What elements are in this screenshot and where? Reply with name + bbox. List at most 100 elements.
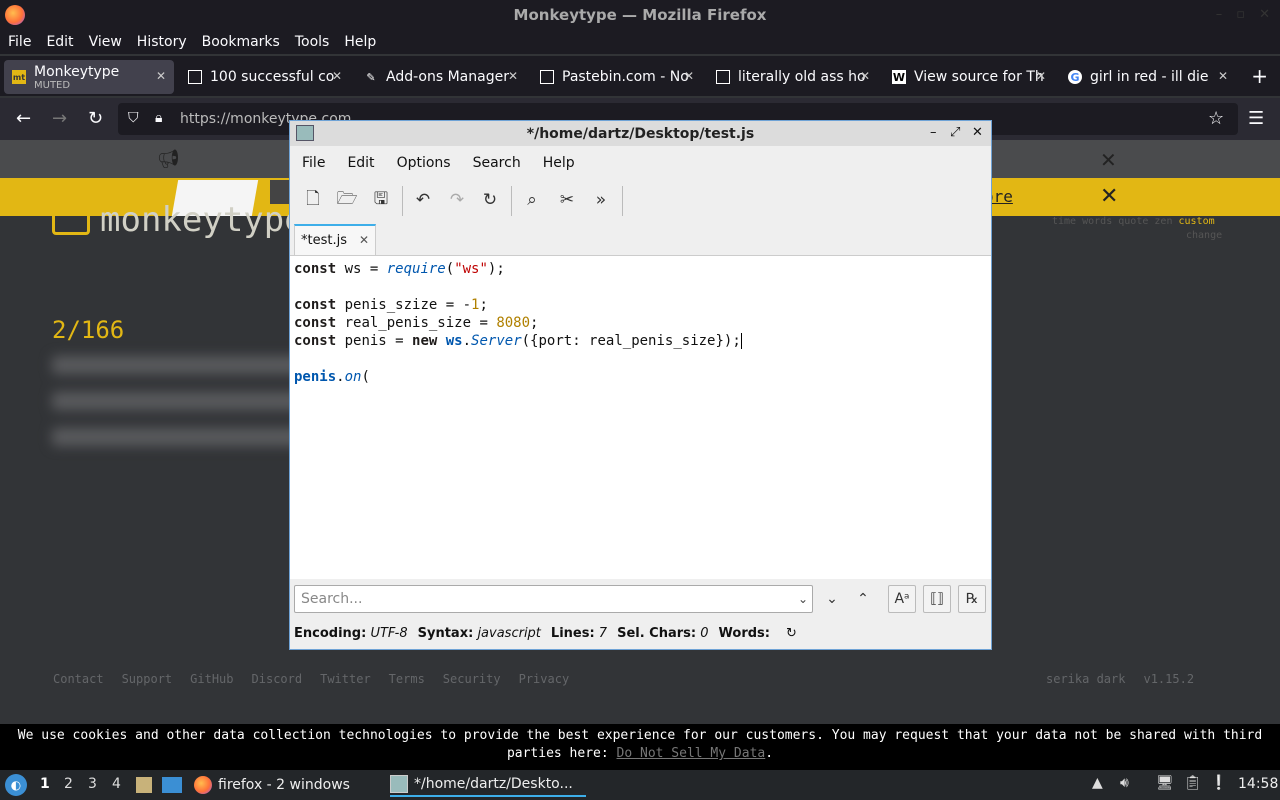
menu-tools[interactable]: Tools	[295, 34, 330, 50]
tab-close-icon[interactable]: ✕	[156, 69, 166, 83]
reload-icon[interactable]: ↻	[88, 108, 103, 129]
grid-favicon-icon	[188, 70, 202, 84]
volume-icon[interactable]: 🔊︎	[1120, 775, 1129, 791]
tab-close-icon[interactable]: ✕	[508, 69, 518, 83]
desktop-icon[interactable]	[162, 777, 182, 793]
file-manager-icon[interactable]	[136, 777, 152, 793]
menu-view[interactable]: View	[89, 34, 122, 50]
editor-menu-file[interactable]: File	[302, 155, 325, 171]
tab-close-icon[interactable]: ✕	[332, 69, 342, 83]
mode-quote[interactable]: quote	[1118, 216, 1148, 227]
refresh-word-count-icon[interactable]: ↻	[786, 626, 797, 641]
forward-icon[interactable]: →	[52, 108, 67, 129]
editor-menu-help[interactable]: Help	[543, 155, 575, 171]
menu-file[interactable]: File	[8, 34, 31, 50]
lock-icon[interactable]: 🔒︎	[155, 110, 162, 126]
workspace-4[interactable]: 4	[112, 776, 121, 792]
mode-custom[interactable]: custom	[1179, 216, 1215, 227]
footer-discord[interactable]: Discord	[252, 672, 303, 686]
find-previous-icon[interactable]: ⌃	[849, 585, 877, 613]
editor-toolbar: 🗋︎ 🗁︎ 🖫︎ ↶ ↷ ↻ ⌕ ✂ »	[290, 180, 991, 220]
new-tab-icon[interactable]: +	[1251, 64, 1268, 88]
clipboard-icon[interactable]: 📋︎	[1184, 775, 1202, 791]
close-announcement-icon[interactable]: ✕	[1100, 148, 1117, 172]
editor-menu-edit[interactable]: Edit	[347, 155, 374, 171]
tab-close-icon[interactable]: ✕	[860, 69, 870, 83]
mode-time[interactable]: time	[1052, 216, 1076, 227]
tray-arrow-icon[interactable]: ▲	[1092, 775, 1103, 791]
close-notice-icon[interactable]: ✕	[1100, 184, 1118, 209]
tab-addons[interactable]: ✎ Add-ons Manager ✕	[356, 60, 526, 94]
match-case-icon[interactable]: Aᵃ	[888, 585, 916, 613]
theme-button[interactable]: serika dark	[1046, 672, 1125, 686]
footer-privacy[interactable]: Privacy	[519, 672, 570, 686]
shield-icon[interactable]: ⛉	[128, 110, 139, 126]
hamburger-menu-icon[interactable]: ☰	[1248, 108, 1264, 129]
tab-close-icon[interactable]: ✕	[1036, 69, 1046, 83]
logo-text: monkeytype	[100, 200, 305, 240]
editor-menu-search[interactable]: Search	[473, 155, 521, 171]
chevron-down-icon[interactable]: ⌄	[798, 592, 808, 606]
tab-google[interactable]: G girl in red - ill die ✕	[1060, 60, 1236, 94]
footer-github[interactable]: GitHub	[190, 672, 233, 686]
open-folder-icon[interactable]: 🗁︎	[335, 188, 359, 212]
new-file-icon[interactable]: 🗋︎	[301, 188, 325, 212]
close-icon[interactable]: ✕	[972, 125, 983, 140]
editor-tab-test-js[interactable]: *test.js ✕	[294, 224, 376, 255]
status-encoding: Encoding: UTF-8	[294, 625, 408, 641]
menu-history[interactable]: History	[137, 34, 187, 50]
bookmark-star-icon[interactable]: ☆	[1208, 108, 1224, 129]
minimize-icon[interactable]: –	[1216, 7, 1223, 22]
menu-help[interactable]: Help	[344, 34, 376, 50]
tab-close-icon[interactable]: ✕	[684, 69, 694, 83]
tab-item[interactable]: 100 successful co ✕	[180, 60, 350, 94]
tab-close-icon[interactable]: ✕	[359, 233, 369, 247]
footer-links: Contact Support GitHub Discord Twitter T…	[53, 672, 569, 686]
taskbar-firefox[interactable]: firefox - 2 windows	[194, 773, 350, 797]
save-icon[interactable]: 🖫︎	[369, 188, 393, 212]
do-not-sell-link[interactable]: Do Not Sell My Data	[617, 746, 766, 761]
monkeytype-logo[interactable]: monkeytype	[52, 200, 305, 240]
footer-security[interactable]: Security	[443, 672, 501, 686]
menu-bookmarks[interactable]: Bookmarks	[202, 34, 280, 50]
footer-support[interactable]: Support	[122, 672, 173, 686]
start-menu-icon[interactable]: ◐	[5, 774, 27, 796]
redo-icon[interactable]: ↷	[445, 188, 469, 212]
mode-zen[interactable]: zen	[1154, 216, 1172, 227]
workspace-2[interactable]: 2	[64, 776, 73, 792]
maximize-icon[interactable]: ⤢	[950, 125, 960, 140]
search-input[interactable]: Search... ⌄	[294, 585, 813, 613]
code-area[interactable]: const ws = require("ws"); const penis_sz…	[290, 255, 991, 579]
go-to-line-icon[interactable]: »	[589, 188, 613, 212]
replace-icon[interactable]: ✂	[555, 188, 579, 212]
footer-contact[interactable]: Contact	[53, 672, 104, 686]
firefox-logo-icon	[5, 5, 25, 25]
find-next-icon[interactable]: ⌄	[818, 585, 846, 613]
tab-wikipedia[interactable]: W View source for Th ✕	[884, 60, 1054, 94]
workspace-3[interactable]: 3	[88, 776, 97, 792]
tab-close-icon[interactable]: ✕	[1218, 69, 1228, 83]
tab-pastebin[interactable]: Pastebin.com - No ✕	[532, 60, 702, 94]
footer-terms[interactable]: Terms	[389, 672, 425, 686]
footer-twitter[interactable]: Twitter	[320, 672, 371, 686]
tab-monkeytype[interactable]: mt Monkeytype MUTED ✕	[4, 60, 174, 94]
menu-edit[interactable]: Edit	[46, 34, 73, 50]
minimize-icon[interactable]: –	[930, 125, 937, 140]
regex-icon[interactable]: ℞	[958, 585, 986, 613]
undo-icon[interactable]: ↶	[411, 188, 435, 212]
workspace-1[interactable]: 1	[40, 776, 50, 792]
change-button[interactable]: change	[1186, 230, 1222, 241]
tab-item[interactable]: literally old ass ho ✕	[708, 60, 878, 94]
back-icon[interactable]: ←	[16, 108, 31, 129]
version-link[interactable]: v1.15.2	[1143, 672, 1194, 686]
mode-words[interactable]: words	[1082, 216, 1112, 227]
close-icon[interactable]: ✕	[1259, 7, 1270, 22]
network-icon[interactable]: 🖥︎	[1156, 775, 1174, 791]
taskbar-editor[interactable]: */home/dartz/Deskto...	[390, 773, 586, 797]
editor-menu-options[interactable]: Options	[397, 155, 451, 171]
find-icon[interactable]: ⌕	[520, 188, 544, 212]
maximize-icon[interactable]: ▫	[1236, 7, 1245, 22]
reload-icon[interactable]: ↻	[478, 188, 502, 212]
whole-word-icon[interactable]: ⟦⟧	[923, 585, 951, 613]
update-icon[interactable]: ❕	[1210, 775, 1227, 791]
